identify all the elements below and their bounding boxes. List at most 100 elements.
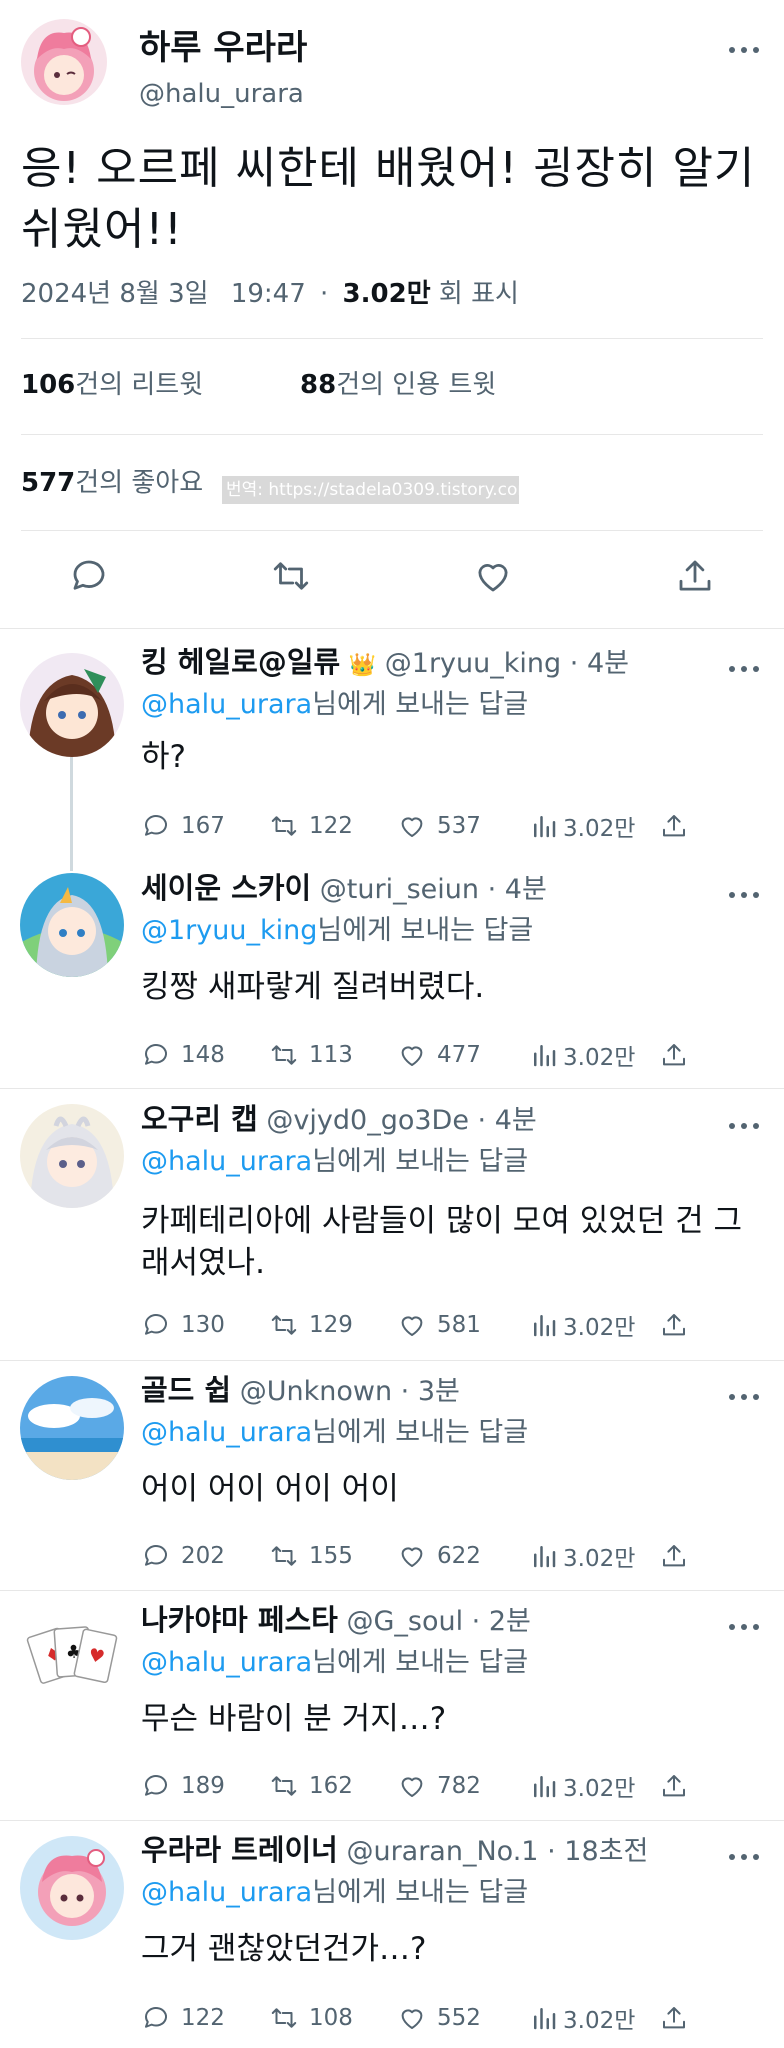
views-button[interactable]: 3.02만 [529, 1538, 635, 1574]
reply-time[interactable]: 3분 [418, 1376, 460, 1407]
retweets-stat[interactable]: 106건의 리트윗 [21, 368, 203, 402]
replying-to-handle[interactable]: @halu_urara [141, 1146, 312, 1177]
reply-author-name[interactable]: 골드 쉽 [141, 1373, 231, 1407]
like-button[interactable]: 782 [397, 1768, 481, 1804]
avatar[interactable]: ♦ ♣ ♥ [20, 1606, 124, 1710]
share-icon [663, 1044, 685, 1066]
reply-item[interactable]: ♦ ♣ ♥ 나카야마 페스타 @G_soul · 2분 @halu_urara님에게… [0, 1590, 784, 1820]
reply-author-handle[interactable]: @1ryuu_king [385, 648, 561, 679]
share-button[interactable] [659, 2000, 699, 2036]
reply-button[interactable]: 202 [141, 1538, 225, 1574]
avatar[interactable] [20, 873, 124, 977]
like-button[interactable]: 622 [397, 1538, 481, 1574]
views-count: 3.02만 [563, 2008, 636, 2034]
reply-author-handle[interactable]: @turi_seiun [320, 874, 479, 905]
more-icon[interactable] [729, 885, 759, 905]
avatar[interactable] [20, 653, 124, 757]
reply-time[interactable]: 4분 [505, 874, 547, 905]
tweet-time[interactable]: 19:47 [231, 279, 306, 309]
reply-author-name[interactable]: 오구리 캡 [141, 1102, 258, 1136]
replying-to: @halu_urara님에게 보내는 답글 [141, 1145, 528, 1179]
retweet-icon[interactable] [270, 555, 312, 597]
retweet-count: 113 [309, 1042, 353, 1068]
reply-text: 카페테리아에 사람들이 많이 모여 있었던 건 그래서였나. [141, 1203, 743, 1281]
views-icon [534, 816, 556, 838]
like-button[interactable]: 477 [397, 1037, 481, 1073]
reply-author-name[interactable]: 킹 헤일로@일류 [141, 645, 340, 679]
reply-author-handle[interactable]: @vjyd0_go3De [266, 1105, 469, 1136]
reply-author-handle[interactable]: @uraran_No.1 [346, 1836, 538, 1867]
reply-author-name[interactable]: 우라라 트레이너 [141, 1833, 338, 1867]
likes-stat[interactable]: 577건의 좋아요 [21, 466, 203, 500]
like-icon[interactable] [472, 555, 514, 597]
share-button[interactable] [659, 1307, 699, 1343]
views-button[interactable]: 3.02만 [529, 1307, 635, 1343]
reply-button[interactable]: 167 [141, 808, 225, 844]
reply-author-handle[interactable]: @G_soul [346, 1606, 463, 1637]
reply-author-handle[interactable]: @Unknown [240, 1376, 392, 1407]
share-button[interactable] [659, 808, 699, 844]
reply-header: 골드 쉽 @Unknown · 3분 [141, 1373, 460, 1409]
retweets-label: 건의 리트윗 [75, 370, 204, 400]
retweet-button[interactable]: 129 [269, 1307, 353, 1343]
views-button[interactable]: 3.02만 [529, 1768, 635, 1804]
reply-item[interactable]: 우라라 트레이너 @uraran_No.1 · 18초전 @halu_urara… [0, 1820, 784, 2048]
reply-icon[interactable] [68, 555, 110, 597]
views-count: 3.02만 [563, 816, 636, 842]
views-button[interactable]: 3.02만 [529, 1037, 635, 1073]
reply-item[interactable]: 오구리 캡 @vjyd0_go3De · 4분 @halu_urara님에게 보… [0, 1088, 784, 1360]
reply-item[interactable]: 킹 헤일로@일류 👑 @1ryuu_king · 4분 @halu_urara님… [0, 628, 784, 858]
avatar[interactable] [21, 19, 107, 105]
more-icon[interactable] [729, 1387, 759, 1407]
more-icon[interactable] [729, 1617, 759, 1637]
like-button[interactable]: 537 [397, 808, 481, 844]
retweet-button[interactable]: 108 [269, 2000, 353, 2036]
avatar[interactable] [20, 1104, 124, 1208]
share-button[interactable] [659, 1037, 699, 1073]
retweet-button[interactable]: 113 [269, 1037, 353, 1073]
avatar[interactable] [20, 1376, 124, 1480]
reply-time[interactable]: 4분 [587, 648, 629, 679]
reply-time[interactable]: 4분 [495, 1105, 537, 1136]
replying-to-handle[interactable]: @halu_urara [141, 689, 312, 720]
reply-time[interactable]: 18초전 [564, 1836, 648, 1867]
quotes-stat[interactable]: 88건의 인용 트윗 [300, 368, 496, 402]
share-button[interactable] [659, 1538, 699, 1574]
reply-actions: 167 122 537 3.02만 [141, 808, 701, 844]
reply-item[interactable]: 세이운 스카이 @turi_seiun · 4분 @1ryuu_king님에게 … [0, 858, 784, 1088]
reply-text: 어이 어이 어이 어이 [141, 1471, 399, 1507]
replying-to-handle[interactable]: @halu_urara [141, 1877, 312, 1908]
reply-item[interactable]: 골드 쉽 @Unknown · 3분 @halu_urara님에게 보내는 답글… [0, 1360, 784, 1590]
retweet-button[interactable]: 162 [269, 1768, 353, 1804]
tweet-date[interactable]: 2024년 8월 3일 [21, 279, 209, 309]
reply-button[interactable]: 189 [141, 1768, 225, 1804]
replying-to-handle[interactable]: @halu_urara [141, 1417, 312, 1448]
more-icon[interactable] [729, 40, 759, 60]
reply-author-name[interactable]: 세이운 스카이 [141, 871, 311, 905]
avatar[interactable] [20, 1836, 124, 1940]
retweet-count: 122 [309, 813, 353, 839]
reply-header: 킹 헤일로@일류 👑 @1ryuu_king · 4분 [141, 645, 629, 683]
like-count: 537 [437, 813, 481, 839]
author-name[interactable]: 하루 우라라 [139, 28, 307, 68]
share-icon[interactable] [674, 555, 716, 597]
reply-button[interactable]: 148 [141, 1037, 225, 1073]
reply-author-name[interactable]: 나카야마 페스타 [141, 1603, 338, 1637]
replying-to-suffix: 님에게 보내는 답글 [312, 689, 529, 720]
replying-to-handle[interactable]: @halu_urara [141, 1647, 312, 1678]
replying-to-handle[interactable]: @1ryuu_king [141, 915, 317, 946]
reply-button[interactable]: 130 [141, 1307, 225, 1343]
views-button[interactable]: 3.02만 [529, 2000, 635, 2036]
reply-button[interactable]: 122 [141, 2000, 225, 2036]
like-button[interactable]: 552 [397, 2000, 481, 2036]
more-icon[interactable] [729, 1116, 759, 1136]
like-button[interactable]: 581 [397, 1307, 481, 1343]
share-button[interactable] [659, 1768, 699, 1804]
author-handle[interactable]: @halu_urara [139, 78, 304, 110]
more-icon[interactable] [729, 659, 759, 679]
more-icon[interactable] [729, 1847, 759, 1867]
reply-time[interactable]: 2분 [489, 1606, 531, 1637]
retweet-button[interactable]: 122 [269, 808, 353, 844]
retweet-button[interactable]: 155 [269, 1538, 353, 1574]
views-button[interactable]: 3.02만 [529, 808, 635, 844]
